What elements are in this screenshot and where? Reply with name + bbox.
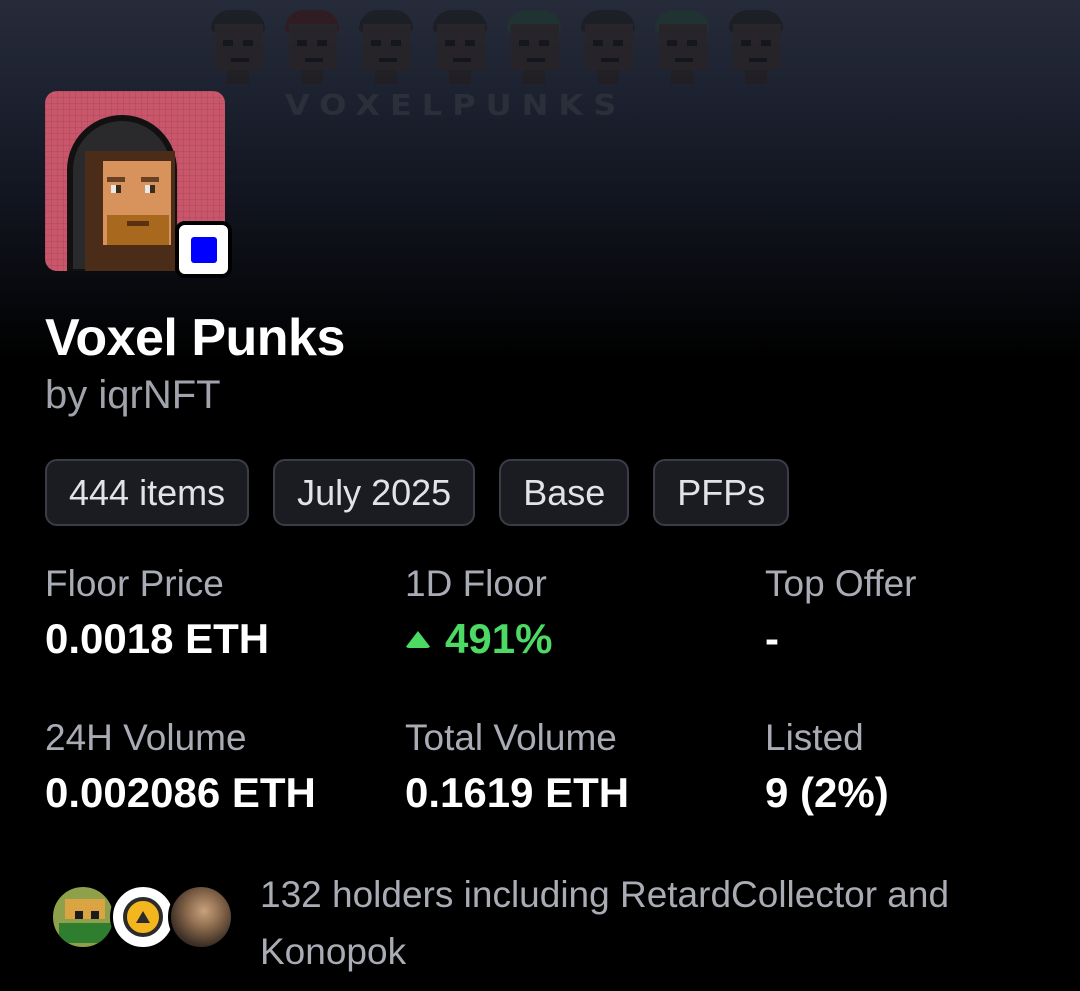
collection-tags: 444 items July 2025 Base PFPs <box>45 459 790 526</box>
chip-chain[interactable]: Base <box>499 459 630 526</box>
stat-change-percent: 491% <box>445 615 553 662</box>
banner-punk-head <box>575 10 641 84</box>
stat-value: 9 (2%) <box>765 769 889 816</box>
banner-punk-head <box>427 10 493 84</box>
stat-value: - <box>765 615 779 662</box>
banner-punk-head <box>353 10 419 84</box>
stat-value: 0.1619 ETH <box>405 769 630 816</box>
holder-avatars[interactable] <box>50 884 240 950</box>
collection-title: Voxel Punks <box>45 309 345 367</box>
chip-created-date[interactable]: July 2025 <box>273 459 476 526</box>
chip-category[interactable]: PFPs <box>653 459 790 526</box>
stat-label: Floor Price <box>45 563 224 604</box>
trend-up-icon <box>405 630 431 648</box>
stat-label: Top Offer <box>765 563 917 604</box>
chip-items-count[interactable]: 444 items <box>45 459 250 526</box>
banner-wordmark: VOXELPUNKS <box>285 87 627 123</box>
holder-avatar-painting[interactable] <box>168 884 234 950</box>
banner-punk-head <box>501 10 567 84</box>
stat-label: Listed <box>765 717 864 758</box>
coin-icon <box>123 897 163 937</box>
base-chain-icon <box>175 221 232 278</box>
stat-1d-floor: 1D Floor 491% <box>405 563 552 663</box>
banner-punk-head <box>279 10 345 84</box>
stat-24h-volume: 24H Volume 0.002086 ETH <box>45 717 316 817</box>
banner-punk-head <box>723 10 789 84</box>
stat-listed: Listed 9 (2%) <box>765 717 889 817</box>
holder-avatar-gold-coin[interactable] <box>110 884 176 950</box>
stat-value: 0.002086 ETH <box>45 769 316 816</box>
banner-punk-head <box>649 10 715 84</box>
stat-label: 1D Floor <box>405 563 547 604</box>
banner-punk-head <box>205 10 271 84</box>
stat-value: 0.0018 ETH <box>45 615 270 662</box>
holder-avatar-pixel-frog[interactable] <box>50 884 116 950</box>
stat-label: Total Volume <box>405 717 617 758</box>
stat-label: 24H Volume <box>45 717 247 758</box>
collection-creator-link[interactable]: by iqrNFT <box>45 373 221 418</box>
base-chain-square <box>190 236 217 263</box>
stat-total-volume: Total Volume 0.1619 ETH <box>405 717 629 817</box>
collection-page: VOXELPUNKS Voxel Punks by iqrNFT 444 ite… <box>0 0 1080 991</box>
stat-value: 491% <box>405 615 552 663</box>
banner-punk-heads <box>205 10 789 84</box>
banner-artwork: VOXELPUNKS <box>205 10 875 123</box>
holders-summary-link[interactable]: 132 holders including RetardCollector an… <box>260 866 1050 980</box>
stat-top-offer: Top Offer - <box>765 563 917 663</box>
stat-floor-price: Floor Price 0.0018 ETH <box>45 563 269 663</box>
